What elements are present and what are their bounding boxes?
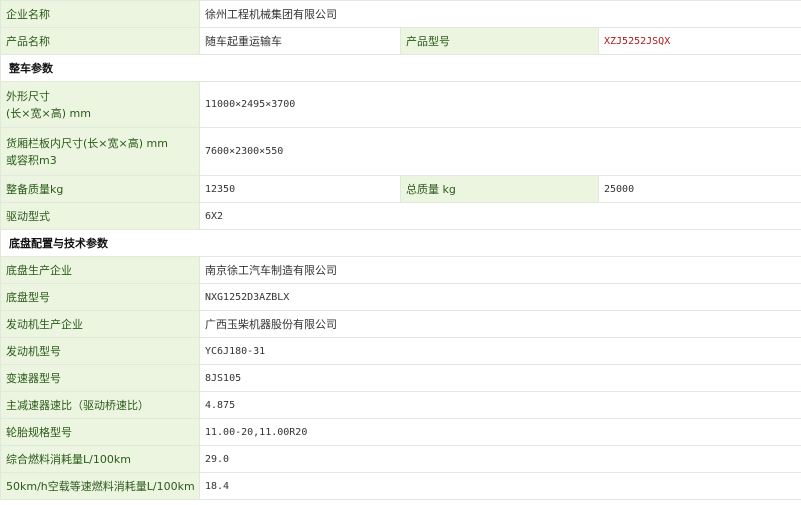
section-header-vehicle: 整车参数: [0, 54, 801, 82]
section-header-chassis: 底盘配置与技术参数: [0, 229, 801, 257]
dimensions-label: 外形尺寸 (长×宽×高) mm: [0, 81, 200, 128]
chassis-row-value: 4.875: [199, 391, 801, 419]
dimensions-label-line2: (长×宽×高) mm: [6, 106, 91, 120]
chassis-row: 底盘生产企业 南京徐工汽车制造有限公司: [0, 256, 801, 284]
chassis-row: 变速器型号 8JS105: [0, 364, 801, 392]
chassis-row-value: YC6J180-31: [199, 337, 801, 365]
chassis-row-label: 轮胎规格型号: [0, 418, 200, 446]
cargo-label: 货厢栏板内尺寸(长×宽×高) mm 或容积m3: [0, 127, 200, 176]
cargo-label-line1: 货厢栏板内尺寸(长×宽×高) mm: [6, 136, 168, 150]
company-row: 企业名称 徐州工程机械集团有限公司: [0, 0, 801, 28]
cargo-label-line2: 或容积m3: [6, 153, 57, 167]
dimensions-label-line1: 外形尺寸: [6, 89, 50, 103]
dimensions-value: 11000×2495×3700: [199, 81, 801, 128]
chassis-row-value: 29.0: [199, 445, 801, 473]
company-label: 企业名称: [0, 0, 200, 28]
chassis-row-value: 广西玉柴机器股份有限公司: [199, 310, 801, 338]
chassis-row-label: 发动机型号: [0, 337, 200, 365]
product-row: 产品名称 随车起重运输车 产品型号 XZJ5252JSQX: [0, 27, 801, 55]
chassis-row-label: 底盘型号: [0, 283, 200, 311]
chassis-row-label: 底盘生产企业: [0, 256, 200, 284]
chassis-row: 轮胎规格型号 11.00-20,11.00R20: [0, 418, 801, 446]
chassis-row-value: 8JS105: [199, 364, 801, 392]
section-title-vehicle: 整车参数: [0, 54, 801, 82]
chassis-row-value: NXG1252D3AZBLX: [199, 283, 801, 311]
chassis-row-value: 南京徐工汽车制造有限公司: [199, 256, 801, 284]
product-name-value: 随车起重运输车: [199, 27, 401, 55]
curb-mass-value: 12350: [199, 175, 401, 203]
chassis-row-value: 18.4: [199, 472, 801, 500]
chassis-row: 主减速器速比（驱动桥速比） 4.875: [0, 391, 801, 419]
chassis-row-label: 50km/h空载等速燃料消耗量L/100km: [0, 472, 200, 500]
cargo-row: 货厢栏板内尺寸(长×宽×高) mm 或容积m3 7600×2300×550: [0, 127, 801, 176]
chassis-row: 底盘型号 NXG1252D3AZBLX: [0, 283, 801, 311]
chassis-row: 发动机生产企业 广西玉柴机器股份有限公司: [0, 310, 801, 338]
chassis-row-label: 综合燃料消耗量L/100km: [0, 445, 200, 473]
chassis-row-label: 主减速器速比（驱动桥速比）: [0, 391, 200, 419]
chassis-row: 50km/h空载等速燃料消耗量L/100km 18.4: [0, 472, 801, 500]
section-title-chassis: 底盘配置与技术参数: [0, 229, 801, 257]
chassis-row: 综合燃料消耗量L/100km 29.0: [0, 445, 801, 473]
drive-row: 驱动型式 6X2: [0, 202, 801, 230]
chassis-row: 发动机型号 YC6J180-31: [0, 337, 801, 365]
product-model-label: 产品型号: [400, 27, 599, 55]
spec-table: 企业名称 徐州工程机械集团有限公司 产品名称 随车起重运输车 产品型号 XZJ5…: [0, 0, 801, 500]
curb-mass-label: 整备质量kg: [0, 175, 200, 203]
mass-row: 整备质量kg 12350 总质量 kg 25000: [0, 175, 801, 203]
product-name-label: 产品名称: [0, 27, 200, 55]
dimensions-row: 外形尺寸 (长×宽×高) mm 11000×2495×3700: [0, 81, 801, 128]
chassis-row-label: 变速器型号: [0, 364, 200, 392]
total-mass-value: 25000: [598, 175, 801, 203]
company-value: 徐州工程机械集团有限公司: [199, 0, 801, 28]
chassis-row-label: 发动机生产企业: [0, 310, 200, 338]
drive-label: 驱动型式: [0, 202, 200, 230]
total-mass-label: 总质量 kg: [400, 175, 599, 203]
chassis-row-value: 11.00-20,11.00R20: [199, 418, 801, 446]
product-model-value: XZJ5252JSQX: [598, 27, 801, 55]
cargo-value: 7600×2300×550: [199, 127, 801, 176]
drive-value: 6X2: [199, 202, 801, 230]
